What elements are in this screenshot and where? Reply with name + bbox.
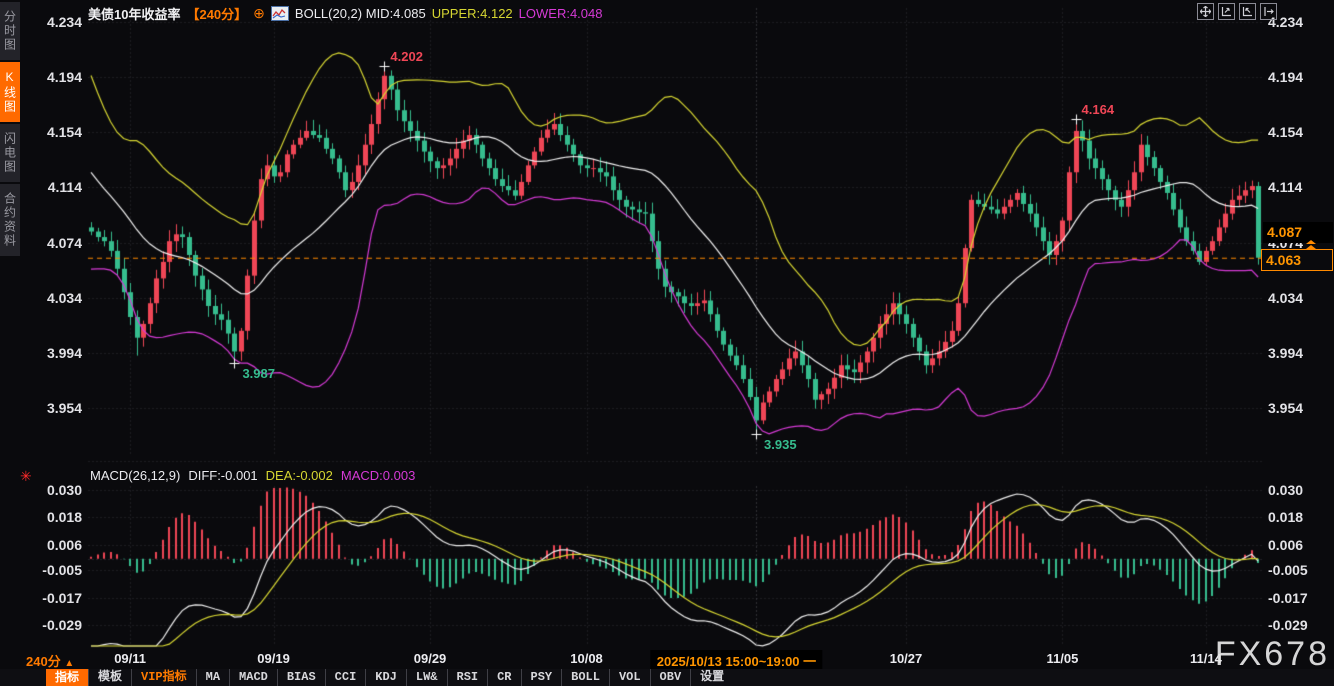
macd-y-axis-label: -0.029 <box>1268 617 1308 633</box>
interval-selector[interactable]: 240分 ▲ <box>26 651 74 670</box>
boll-label: BOLL(20,2) MID:4.085 <box>295 6 426 21</box>
price-annotation: 3.935 <box>764 437 797 452</box>
macd-y-axis-label: -0.005 <box>1268 562 1308 578</box>
interval-tag: 【240分】 <box>186 4 247 23</box>
price-annotation: 4.164 <box>1082 102 1115 117</box>
macd-y-axis-label: -0.017 <box>1268 590 1308 606</box>
toolbar-item-template[interactable]: 模板 <box>88 669 131 686</box>
macd-dea-label: DEA:-0.002 <box>266 468 333 483</box>
toolbar-item-macd[interactable]: MACD <box>229 669 277 686</box>
macd-y-axis-label: -0.005 <box>18 562 82 578</box>
y-axis-label: 4.234 <box>18 14 82 30</box>
toolbar-item-vol[interactable]: VOL <box>609 669 650 686</box>
toolbar-item-obv[interactable]: OBV <box>650 669 691 686</box>
toolbar-item-psy[interactable]: PSY <box>521 669 562 686</box>
chart-toolbar-icons <box>1197 3 1277 20</box>
toolbar-item-settings[interactable]: 设置 <box>690 669 733 686</box>
y-axis-label: 4.114 <box>18 179 82 195</box>
y-axis-label: 4.154 <box>18 124 82 140</box>
y-axis-label: 4.034 <box>1268 290 1303 306</box>
toolbar-item-vip-indicator[interactable]: VIP指标 <box>131 669 196 686</box>
macd-hist-label: MACD:0.003 <box>341 468 415 483</box>
fit-axis-left-icon[interactable] <box>1218 3 1235 20</box>
macd-y-axis-label: 0.018 <box>1268 509 1303 525</box>
y-axis-label: 4.194 <box>18 69 82 85</box>
x-axis-date: 09/29 <box>414 651 447 666</box>
y-axis-label: 4.114 <box>1268 179 1302 195</box>
x-axis-date: 10/27 <box>890 651 923 666</box>
fit-axis-right-icon[interactable] <box>1239 3 1256 20</box>
x-axis-date: 11/05 <box>1047 651 1079 666</box>
toolbar-item-lw[interactable]: LW& <box>406 669 447 686</box>
boll-upper-label: UPPER:4.122 <box>432 6 513 21</box>
x-axis-date: 09/11 <box>114 651 146 666</box>
toolbar-item-cci[interactable]: CCI <box>325 669 366 686</box>
y-axis-label: 4.194 <box>1268 69 1303 85</box>
macd-y-axis-label: 0.006 <box>1268 537 1303 553</box>
x-axis-date: 10/08 <box>570 651 603 666</box>
alert-arrow-icon <box>1306 240 1316 249</box>
macd-alert-icon[interactable]: ✳ <box>20 468 32 485</box>
macd-y-axis-label: -0.017 <box>18 590 82 606</box>
toolbar-item-kdj[interactable]: KDJ <box>365 669 406 686</box>
price-alert-badge[interactable]: 4.063 <box>1261 249 1333 271</box>
collapse-icon[interactable]: ⊕ <box>253 7 265 19</box>
last-close-badge: 4.087 <box>1263 222 1333 243</box>
sidebar-item-contract-info[interactable]: 合约资料 <box>0 184 20 256</box>
toolbar-item-boll[interactable]: BOLL <box>561 669 609 686</box>
indicator-legend-icon <box>271 6 289 21</box>
sidebar-item-time-chart[interactable]: 分时图 <box>0 2 20 60</box>
x-axis-date: 09/19 <box>257 651 290 666</box>
y-axis-label: 3.994 <box>1268 345 1303 361</box>
main-chart-canvas[interactable] <box>0 0 1334 648</box>
toolbar-item-bias[interactable]: BIAS <box>277 669 325 686</box>
macd-y-axis-label: 0.030 <box>1268 482 1303 498</box>
y-axis-label: 3.954 <box>18 400 82 416</box>
y-axis-label: 4.154 <box>1268 124 1303 140</box>
sidebar-item-kline-chart[interactable]: K线图 <box>0 62 20 122</box>
macd-name-label: MACD(26,12,9) <box>90 468 180 483</box>
macd-y-axis-label: 0.018 <box>18 509 82 525</box>
toolbar-item-cr[interactable]: CR <box>487 669 520 686</box>
chart-type-sidebar: 分时图K线图闪电图合约资料 <box>0 2 20 256</box>
pan-icon[interactable] <box>1197 3 1214 20</box>
x-axis-date: 11/14 <box>1190 651 1222 666</box>
price-annotation: 3.987 <box>242 366 275 381</box>
sidebar-item-flash-chart[interactable]: 闪电图 <box>0 124 20 182</box>
toolbar-item-rsi[interactable]: RSI <box>447 669 488 686</box>
pan-right-icon[interactable] <box>1260 3 1277 20</box>
toolbar-item-indicator[interactable]: 指标 <box>46 669 88 686</box>
price-annotation: 4.202 <box>390 49 423 64</box>
trading-terminal: 分时图K线图闪电图合约资料 美债10年收益率 【240分】 ⊕ BOLL(20,… <box>0 0 1334 686</box>
symbol-title: 美债10年收益率 <box>88 4 180 23</box>
crosshair-date-badge: 2025/10/13 15:00~19:00 一 <box>651 650 822 671</box>
bottom-toolbar: 指标模板VIP指标MAMACDBIASCCIKDJLW&RSICRPSYBOLL… <box>0 669 1334 686</box>
chart-header: 美债10年收益率 【240分】 ⊕ BOLL(20,2) MID:4.085 U… <box>88 4 602 22</box>
boll-lower-label: LOWER:4.048 <box>519 6 603 21</box>
macd-diff-label: DIFF:-0.001 <box>188 468 257 483</box>
y-axis-label: 4.074 <box>18 235 82 251</box>
macd-y-axis-label: 0.006 <box>18 537 82 553</box>
y-axis-label: 3.994 <box>18 345 82 361</box>
y-axis-label: 3.954 <box>1268 400 1303 416</box>
macd-header: MACD(26,12,9) DIFF:-0.001 DEA:-0.002 MAC… <box>90 468 415 483</box>
macd-y-axis-label: -0.029 <box>18 617 82 633</box>
y-axis-label: 4.034 <box>18 290 82 306</box>
toolbar-item-ma[interactable]: MA <box>196 669 229 686</box>
